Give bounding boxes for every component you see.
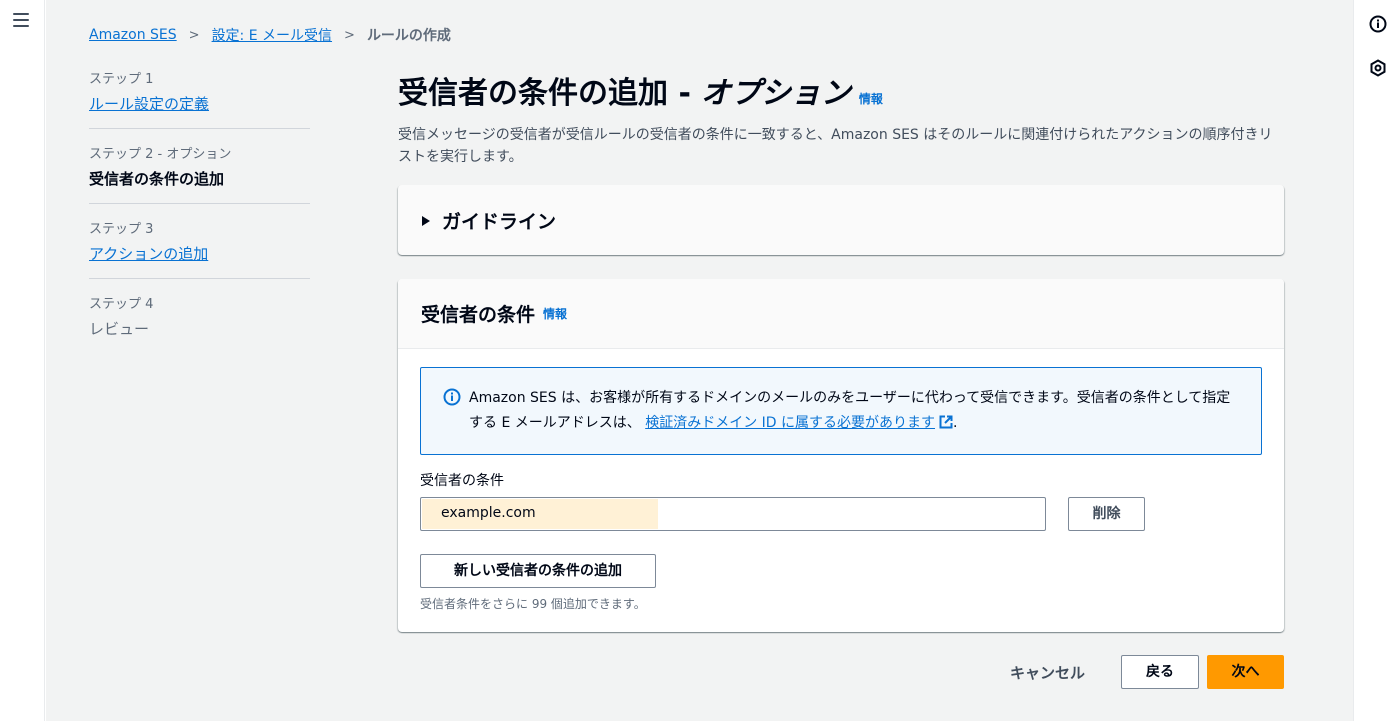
hamburger-menu-icon[interactable] (13, 13, 29, 27)
step-2: ステップ 2 - オプション 受信者の条件の追加 (89, 143, 310, 204)
verified-domain-link[interactable]: 検証済みドメイン ID に属する必要があります (645, 415, 935, 431)
breadcrumb-email-receiving[interactable]: 設定: E メール受信 (212, 25, 332, 45)
info-circle-icon[interactable] (1369, 15, 1387, 33)
external-link-icon[interactable] (939, 415, 953, 429)
caret-right-icon (422, 215, 430, 226)
info-link[interactable]: 情報 (859, 90, 883, 107)
step-review: レビュー (89, 320, 150, 338)
breadcrumb-separator-icon: > (344, 27, 355, 43)
page-description: 受信メッセージの受信者が受信ルールの受信者の条件に一致すると、Amazon SE… (398, 127, 1273, 165)
field-label: 受信者の条件 (420, 473, 504, 489)
step-number: ステップ 1 (89, 72, 154, 87)
step-number: ステップ 3 (89, 222, 154, 237)
breadcrumb: Amazon SES > 設定: E メール受信 > ルールの作成 (89, 25, 451, 45)
guidelines-header[interactable]: ガイドライン (422, 207, 556, 234)
page-title-optional: オプション (700, 76, 851, 111)
page-title-text: 受信者の条件の追加 - (398, 76, 691, 111)
recipient-conditions-panel: 受信者の条件 情報 Amazon SES は、お客様が所有するドメインのメールの… (398, 279, 1284, 632)
info-link[interactable]: 情報 (543, 305, 567, 322)
hexagon-icon[interactable] (1369, 59, 1387, 77)
step-number: ステップ 4 (89, 297, 154, 312)
content-area: 受信者の条件の追加 - オプション 情報 受信メッセージの受信者が受信ルールの受… (398, 68, 1284, 632)
breadcrumb-separator-icon: > (188, 27, 200, 43)
input-value[interactable]: example.com (441, 505, 536, 521)
step-4: ステップ 4 レビュー (89, 293, 310, 353)
add-recipient-condition-button[interactable]: 新しい受信者の条件の追加 (420, 554, 656, 588)
info-alert: Amazon SES は、お客様が所有するドメインのメールのみをユーザーに代わっ… (420, 367, 1262, 455)
delete-button[interactable]: 削除 (1068, 497, 1145, 531)
panel-title: 受信者の条件 (421, 304, 536, 326)
step-link-define-rule[interactable]: ルール設定の定義 (89, 93, 209, 114)
recipient-condition-input[interactable]: example.com (420, 497, 1046, 531)
back-button[interactable]: 戻る (1121, 655, 1199, 689)
page-title: 受信者の条件の追加 - オプション 情報 (398, 68, 1284, 112)
main-content: Amazon SES > 設定: E メール受信 > ルールの作成 ステップ 1… (46, 0, 1353, 721)
step-1: ステップ 1 ルール設定の定義 (89, 68, 310, 129)
hint-text: 受信者条件をさらに 99 個追加できます。 (420, 597, 646, 611)
breadcrumb-current: ルールの作成 (366, 28, 451, 44)
info-circle-icon (443, 388, 461, 406)
left-rail (0, 0, 45, 721)
breadcrumb-amazon-ses[interactable]: Amazon SES (89, 27, 177, 43)
step-link-add-actions[interactable]: アクションの追加 (89, 243, 208, 264)
guidelines-title: ガイドライン (442, 211, 557, 233)
step-current-recipient-conditions: 受信者の条件の追加 (89, 170, 225, 188)
next-button[interactable]: 次へ (1207, 655, 1284, 689)
step-number: ステップ 2 - オプション (89, 147, 232, 162)
step-3: ステップ 3 アクションの追加 (89, 218, 310, 279)
panel-header: 受信者の条件 情報 (398, 279, 1284, 349)
cancel-button[interactable]: キャンセル (1010, 662, 1085, 683)
alert-end: . (953, 415, 958, 431)
wizard-steps: ステップ 1 ルール設定の定義 ステップ 2 - オプション 受信者の条件の追加… (89, 68, 310, 367)
right-rail (1353, 0, 1400, 721)
guidelines-expandable[interactable]: ガイドライン (398, 185, 1284, 255)
